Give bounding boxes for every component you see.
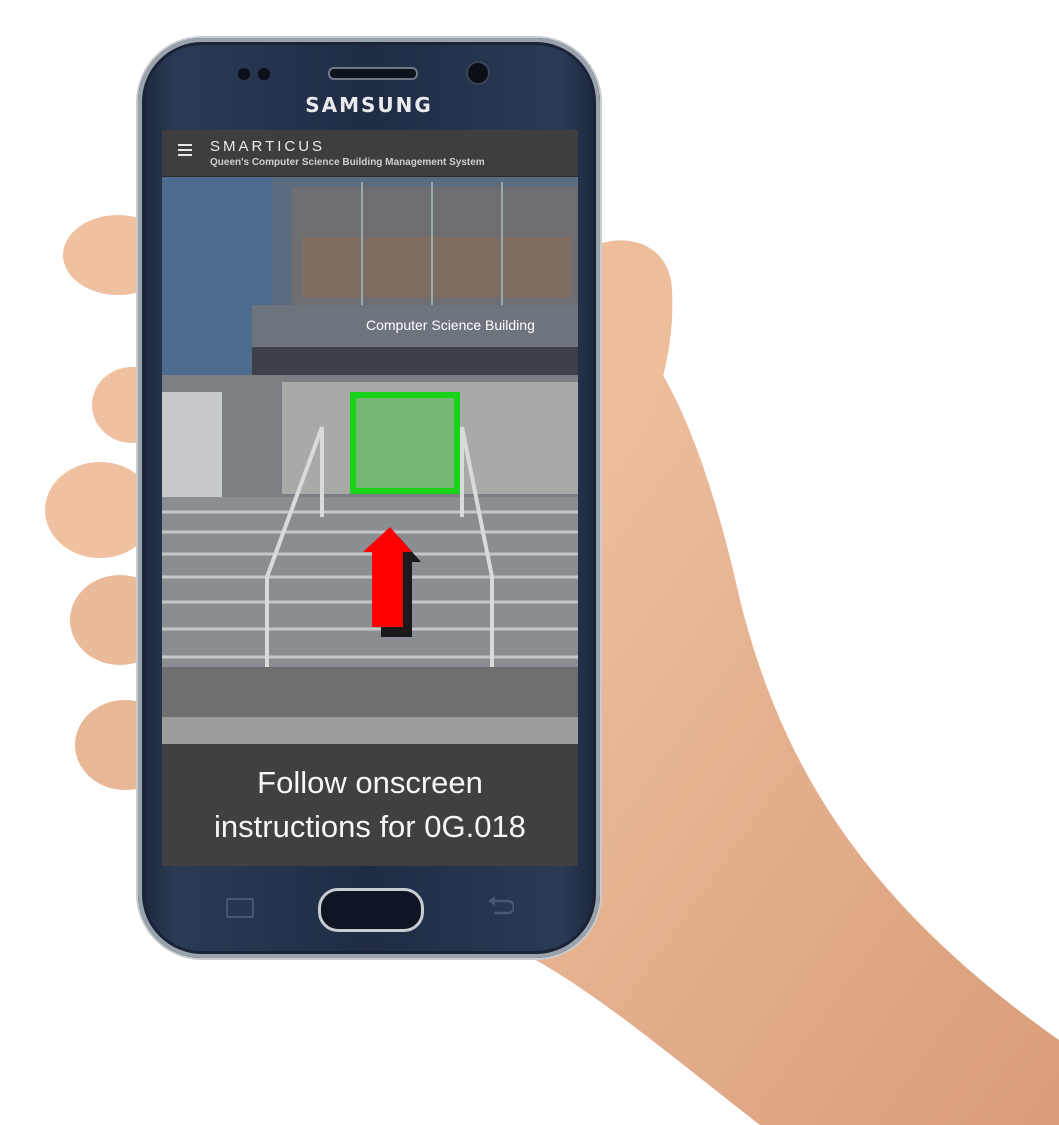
building-sign: Computer Science Building [366, 317, 535, 333]
building-photo: Computer Science Building [162, 177, 578, 744]
app-bar: SMARTICUS Queen's Computer Science Build… [162, 130, 578, 177]
sensor-dot [238, 68, 250, 80]
caption-line-2: instructions for 0G.018 [214, 809, 526, 844]
phone-screen: SMARTICUS Queen's Computer Science Build… [162, 130, 578, 866]
photo-stage: SAMSUNG SMARTICUS Queen's Computer Scien… [0, 0, 1059, 1125]
instruction-caption: Follow onscreen instructions for 0G.018 [162, 744, 578, 866]
earpiece-speaker [328, 67, 418, 80]
front-camera [466, 61, 490, 85]
camera-view: Computer Science Building [162, 177, 578, 744]
back-icon[interactable] [486, 893, 514, 917]
home-button[interactable] [318, 888, 424, 932]
stairs [162, 497, 578, 667]
app-title: SMARTICUS [210, 138, 326, 155]
hamburger-menu-icon[interactable] [178, 144, 192, 156]
caption-line-1: Follow onscreen [257, 765, 483, 800]
phone-body: SAMSUNG SMARTICUS Queen's Computer Scien… [138, 38, 600, 958]
recent-apps-icon[interactable] [226, 898, 254, 918]
app-subtitle: Queen's Computer Science Building Manage… [210, 157, 485, 168]
brand-wordmark: SAMSUNG [305, 93, 433, 117]
target-door-highlight [350, 392, 460, 494]
sensor-dot [258, 68, 270, 80]
